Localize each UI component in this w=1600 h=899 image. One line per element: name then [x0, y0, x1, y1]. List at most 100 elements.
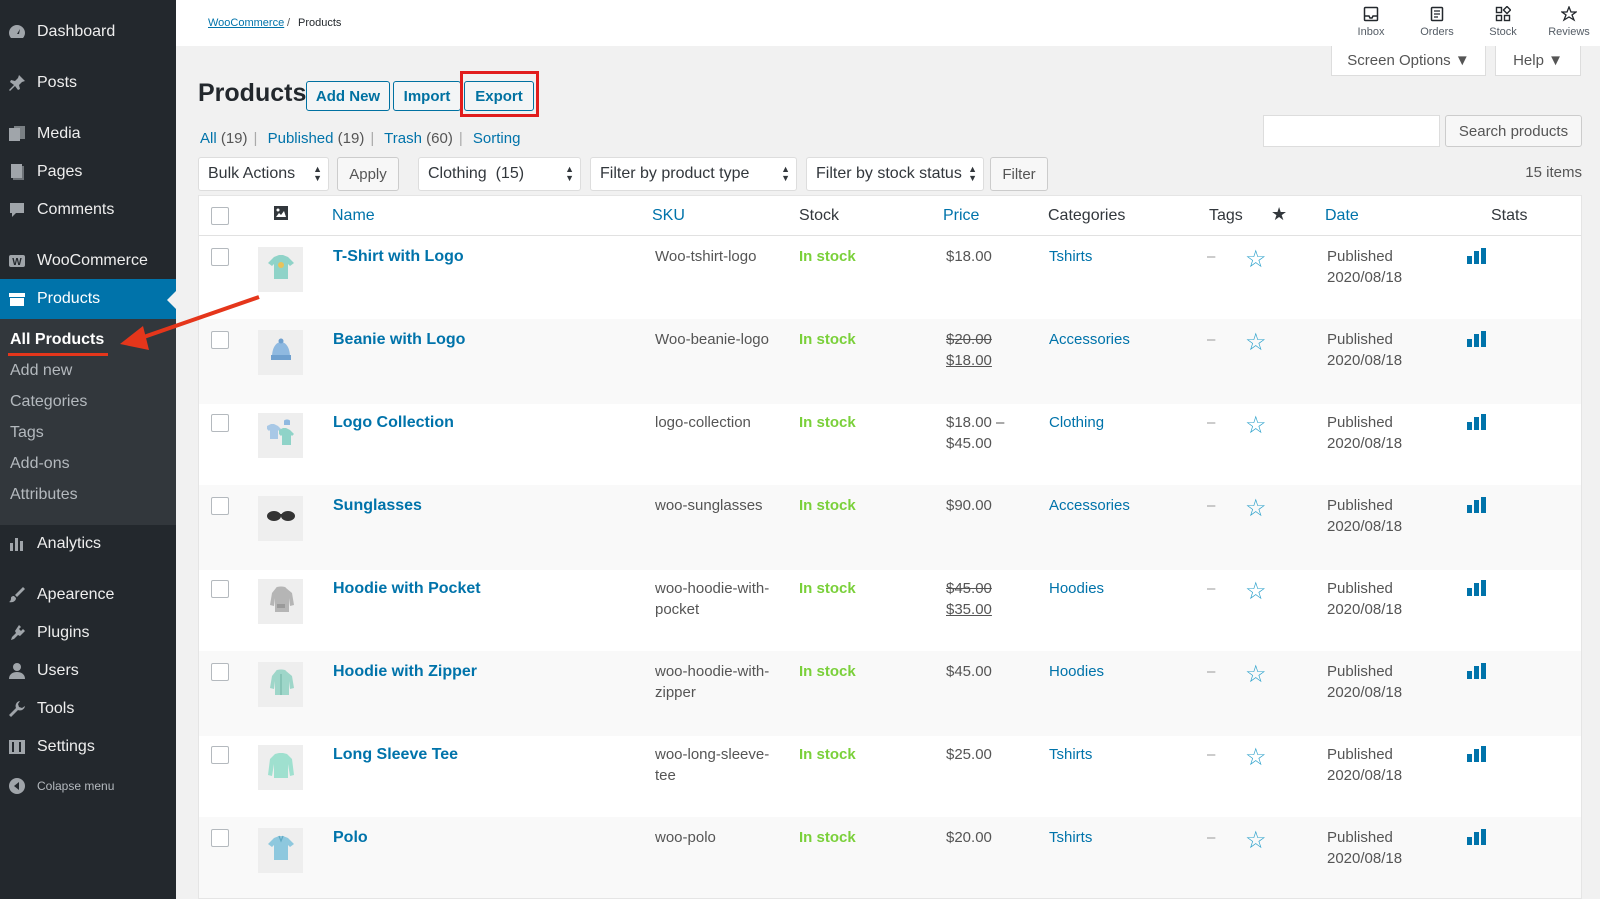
add-new-button[interactable]: Add New [306, 81, 390, 111]
row-checkbox[interactable] [211, 248, 229, 266]
apply-button[interactable]: Apply [337, 157, 399, 191]
product-name-link[interactable]: Long Sleeve Tee [333, 744, 458, 765]
menu-pages[interactable]: Pages [0, 152, 176, 192]
row-checkbox[interactable] [211, 746, 229, 764]
filter-button[interactable]: Filter [990, 157, 1048, 191]
menu-users[interactable]: Users [0, 651, 176, 691]
collapse-menu-button[interactable]: Colapse menu [0, 766, 176, 806]
product-category-link[interactable]: Tshirts [1049, 827, 1092, 848]
row-checkbox[interactable] [211, 331, 229, 349]
column-name[interactable]: Name [332, 207, 375, 225]
stats-bar-chart-icon[interactable] [1467, 829, 1487, 845]
product-name-link[interactable]: Hoodie with Zipper [333, 661, 477, 682]
stats-bar-chart-icon[interactable] [1467, 663, 1487, 679]
product-category-link[interactable]: Hoodies [1049, 661, 1104, 682]
product-thumbnail[interactable] [258, 247, 303, 292]
product-category-link[interactable]: Hoodies [1049, 578, 1104, 599]
submenu-add-new[interactable]: Add new [10, 362, 72, 380]
product-type-select[interactable]: Filter by product type ▲ ▼ [590, 157, 797, 191]
help-button[interactable]: Help ▼ [1495, 46, 1581, 76]
menu-plugins[interactable]: Plugins [0, 613, 176, 653]
menu-posts[interactable]: Posts [0, 63, 176, 103]
submenu-attributes[interactable]: Attributes [10, 486, 78, 504]
menu-tools[interactable]: Tools [0, 689, 176, 729]
row-checkbox[interactable] [211, 414, 229, 432]
screen-options-button[interactable]: Screen Options ▼ [1331, 46, 1486, 76]
featured-star-icon[interactable]: ☆ [1245, 660, 1267, 689]
menu-woocommerce[interactable]: W WooCommerce [0, 241, 176, 281]
menu-dashboard[interactable]: Dashboard [0, 12, 176, 52]
stats-bar-chart-icon[interactable] [1467, 414, 1487, 430]
product-thumbnail[interactable] [258, 745, 303, 790]
collection-image [264, 418, 298, 453]
sku-line: woo-hoodie-with- [655, 580, 770, 597]
menu-products[interactable]: Products [0, 279, 176, 319]
featured-star-icon[interactable]: ☆ [1245, 411, 1267, 440]
view-trash[interactable]: Trash [384, 130, 422, 147]
search-input[interactable] [1263, 115, 1440, 147]
import-button[interactable]: Import [393, 81, 461, 111]
featured-star-icon[interactable]: ☆ [1245, 494, 1267, 523]
menu-comments[interactable]: Comments [0, 190, 176, 230]
stock-status: In stock [799, 497, 856, 514]
column-date[interactable]: Date [1325, 207, 1359, 225]
view-published[interactable]: Published [268, 130, 334, 147]
stock-status-select[interactable]: Filter by stock status ▲ ▼ [806, 157, 984, 191]
product-name-link[interactable]: T-Shirt with Logo [333, 246, 464, 267]
submenu-add-ons[interactable]: Add-ons [10, 455, 70, 473]
featured-star-icon[interactable]: ☆ [1245, 577, 1267, 606]
menu-media[interactable]: Media [0, 114, 176, 154]
inbox-button[interactable]: Inbox [1341, 6, 1401, 38]
stock-button[interactable]: Stock [1473, 5, 1533, 38]
product-name-link[interactable]: Hoodie with Pocket [333, 578, 481, 599]
breadcrumb-woocommerce[interactable]: WooCommerce [208, 17, 284, 29]
column-sku[interactable]: SKU [652, 207, 685, 225]
row-checkbox[interactable] [211, 829, 229, 847]
column-price[interactable]: Price [943, 207, 979, 225]
product-category-link[interactable]: Accessories [1049, 329, 1130, 350]
menu-appearance[interactable]: Apearence [0, 575, 176, 615]
select-all-checkbox[interactable] [211, 207, 229, 225]
featured-star-icon[interactable]: ☆ [1245, 743, 1267, 772]
bulk-actions-select[interactable]: Bulk Actions ▲ ▼ [198, 157, 329, 191]
stats-bar-chart-icon[interactable] [1467, 497, 1487, 513]
submenu-categories[interactable]: Categories [10, 393, 87, 411]
row-checkbox[interactable] [211, 580, 229, 598]
product-thumbnail[interactable] [258, 413, 303, 458]
product-category-link[interactable]: Tshirts [1049, 744, 1092, 765]
row-checkbox[interactable] [211, 497, 229, 515]
sku-line: woo-sunglasses [655, 497, 763, 514]
stats-bar-chart-icon[interactable] [1467, 331, 1487, 347]
polo-image [266, 833, 296, 868]
product-category-link[interactable]: Accessories [1049, 495, 1130, 516]
product-thumbnail[interactable] [258, 579, 303, 624]
search-products-button[interactable]: Search products [1445, 115, 1582, 147]
category-select[interactable]: Clothing (15) ▲ ▼ [418, 157, 581, 191]
menu-analytics[interactable]: Analytics [0, 524, 176, 564]
featured-star-icon[interactable]: ☆ [1245, 826, 1267, 855]
orders-button[interactable]: Orders [1407, 6, 1467, 38]
featured-star-icon[interactable]: ☆ [1245, 328, 1267, 357]
product-thumbnail[interactable] [258, 662, 303, 707]
stats-bar-chart-icon[interactable] [1467, 580, 1487, 596]
reviews-button[interactable]: Reviews [1539, 5, 1599, 38]
row-checkbox[interactable] [211, 663, 229, 681]
product-category-link[interactable]: Tshirts [1049, 246, 1092, 267]
product-category-link[interactable]: Clothing [1049, 412, 1104, 433]
product-name-link[interactable]: Beanie with Logo [333, 329, 465, 350]
product-thumbnail[interactable] [258, 828, 303, 873]
view-sorting[interactable]: Sorting [473, 130, 521, 147]
submenu-all-products[interactable]: All Products [10, 331, 104, 349]
product-name-link[interactable]: Sunglasses [333, 495, 422, 516]
product-thumbnail[interactable] [258, 496, 303, 541]
stats-bar-chart-icon[interactable] [1467, 248, 1487, 264]
column-featured-icon[interactable]: ★ [1271, 204, 1287, 225]
product-name-link[interactable]: Logo Collection [333, 412, 454, 433]
product-thumbnail[interactable] [258, 330, 303, 375]
stats-bar-chart-icon[interactable] [1467, 746, 1487, 762]
menu-settings[interactable]: Settings [0, 727, 176, 767]
view-all[interactable]: All [200, 130, 217, 147]
product-name-link[interactable]: Polo [333, 827, 368, 848]
submenu-tags[interactable]: Tags [10, 424, 44, 442]
featured-star-icon[interactable]: ☆ [1245, 245, 1267, 274]
